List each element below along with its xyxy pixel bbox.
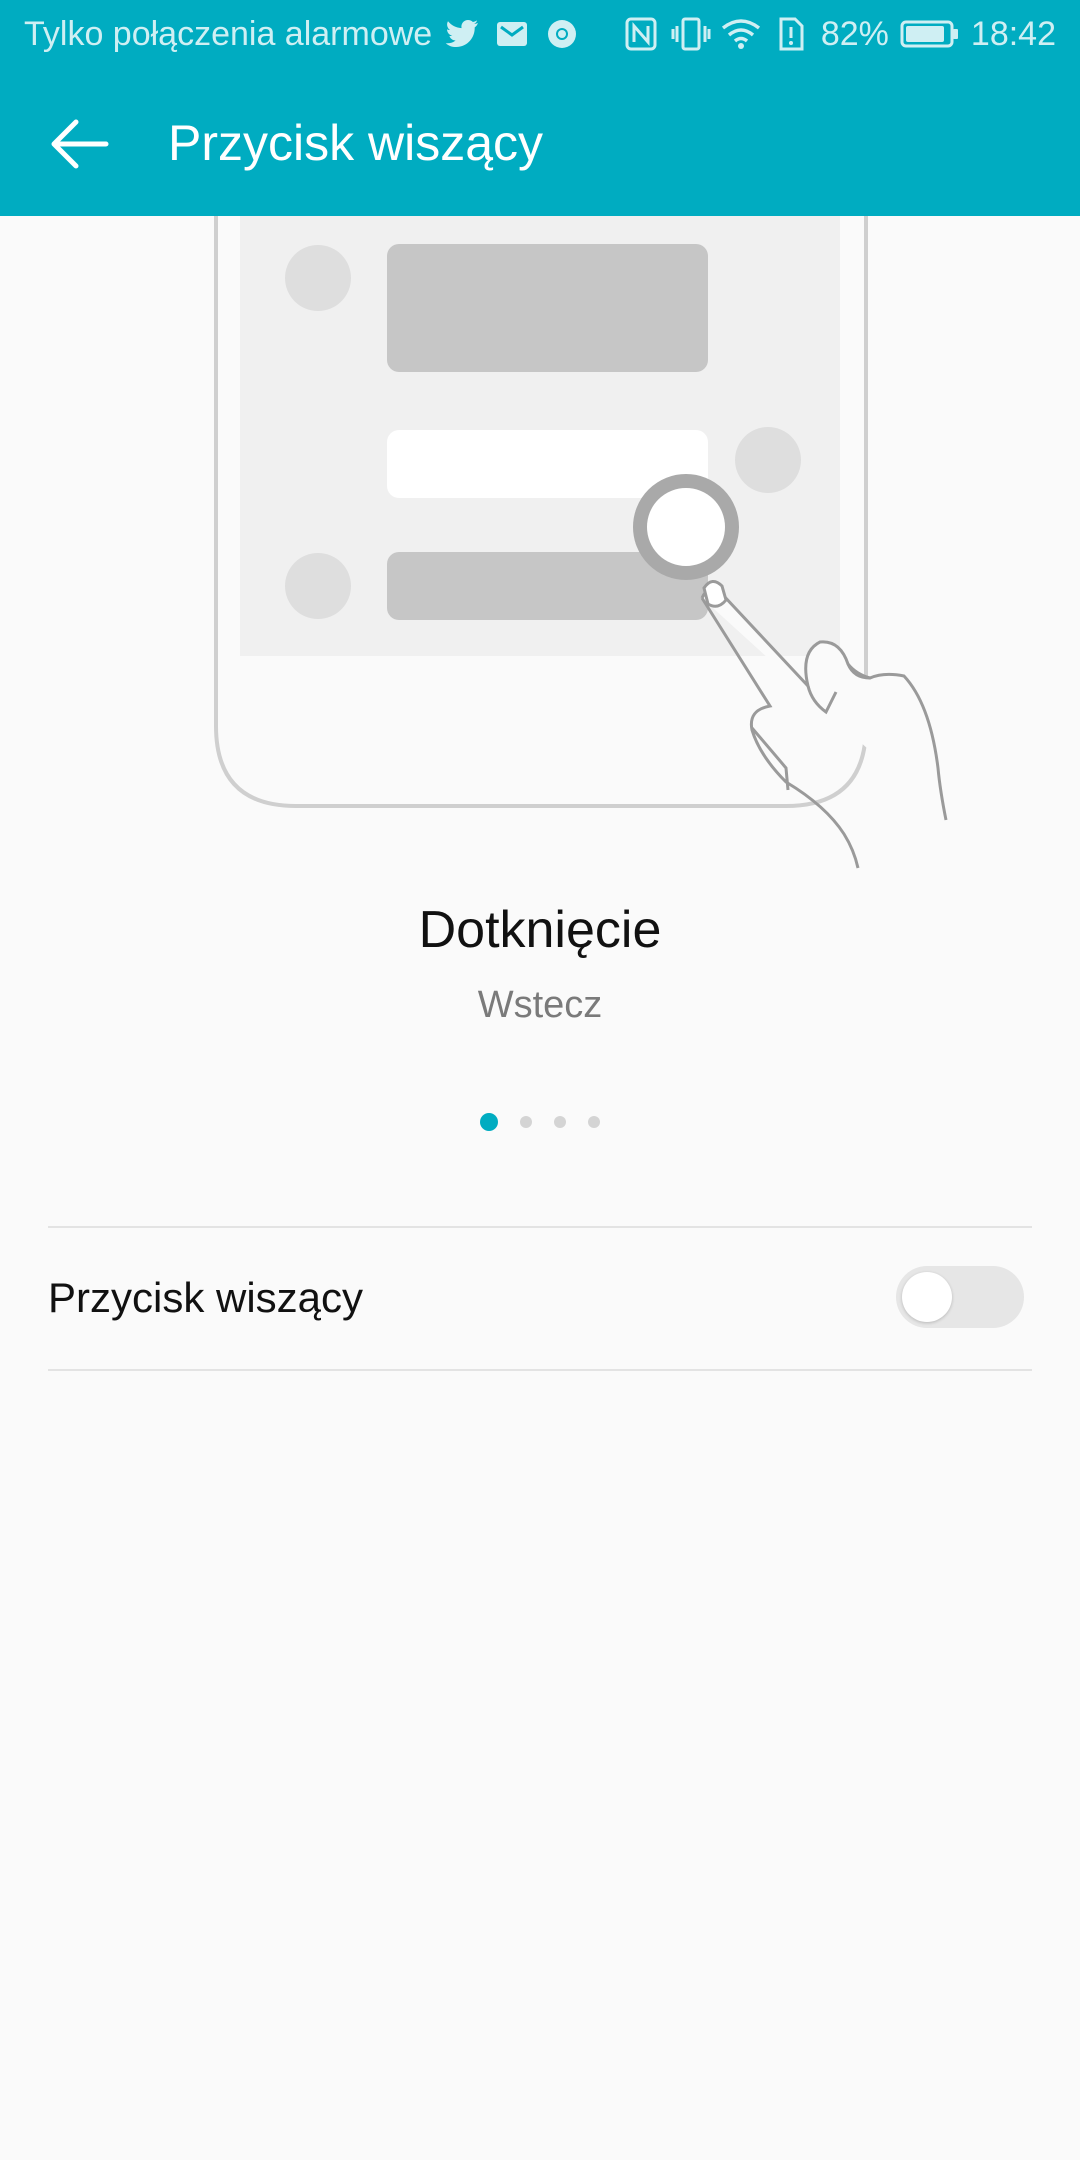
clock: 18:42: [970, 14, 1056, 53]
divider-bottom: [48, 1369, 1032, 1371]
back-button[interactable]: [40, 108, 120, 180]
nfc-icon: [621, 14, 661, 54]
twitter-icon: [442, 14, 482, 54]
phone-illustration: [214, 216, 948, 869]
gesture-subtitle: Wstecz: [477, 984, 603, 1026]
vibrate-icon: [671, 14, 711, 54]
setting-label: Przycisk wiszący: [48, 1274, 364, 1321]
battery-percent: 82%: [820, 14, 889, 53]
wifi-icon: [721, 14, 761, 54]
page-title: Przycisk wiszący: [168, 115, 544, 171]
app-toolbar: Przycisk wiszący: [0, 72, 1080, 216]
page-indicator: [0, 1110, 1080, 1134]
gesture-illustration: [0, 216, 1080, 876]
arrow-left-icon: [51, 119, 109, 169]
status-bar: Tylko połączenia alarmowe 82% 18:42: [0, 0, 1080, 72]
battery-icon: [899, 14, 961, 54]
toggle-knob: [902, 1272, 952, 1322]
status-right: 82% 18:42: [621, 14, 1056, 54]
gesture-title: Dotknięcie: [418, 901, 662, 959]
floating-button-toggle[interactable]: [896, 1266, 1024, 1328]
carrier-text: Tylko połączenia alarmowe: [24, 14, 433, 53]
page-dot-4[interactable]: [588, 1116, 600, 1128]
page-dot-2[interactable]: [520, 1116, 532, 1128]
sim-alert-icon: [771, 14, 811, 54]
status-left: Tylko połączenia alarmowe: [24, 14, 582, 54]
page-dot-3[interactable]: [554, 1116, 566, 1128]
mail-icon: [492, 14, 532, 54]
page-dot-1[interactable]: [480, 1113, 498, 1131]
chrome-icon: [542, 14, 582, 54]
floating-button-setting-row[interactable]: Przycisk wiszący: [0, 1228, 1080, 1370]
